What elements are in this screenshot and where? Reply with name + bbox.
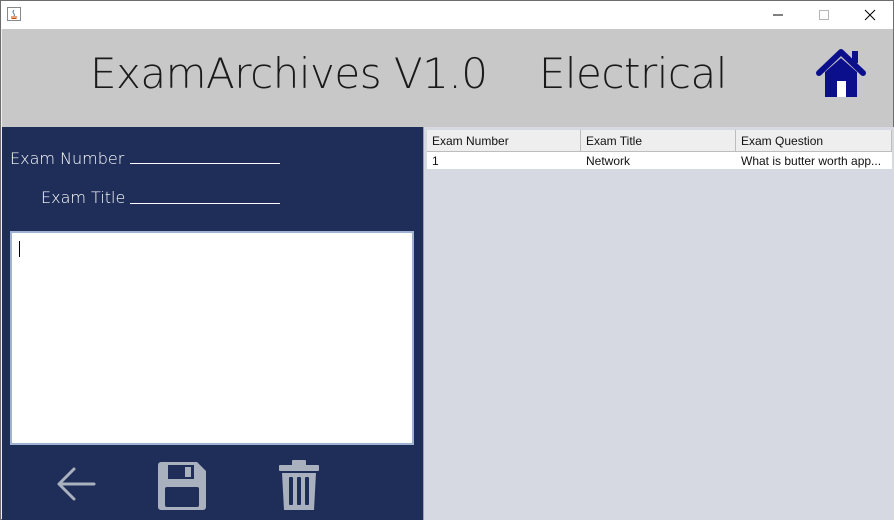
text-caret [19,241,20,257]
exam-title-field[interactable] [130,203,280,204]
table-row[interactable]: 1 Network What is butter worth app... [427,152,892,169]
exam-title-label: Exam Title [41,188,126,207]
exam-number-label: Exam Number [10,149,125,168]
exam-table-panel: Exam Number Exam Title Exam Question 1 N… [423,127,894,520]
maximize-icon [819,10,829,20]
close-button[interactable] [847,1,893,29]
title-bar[interactable] [1,1,893,29]
home-icon [816,49,866,97]
minimize-icon [773,14,783,16]
java-icon [7,7,21,21]
app-title: ExamArchives V1.0 Electrical [90,49,727,98]
home-button[interactable] [814,47,868,101]
exam-number-field[interactable] [130,163,280,164]
floppy-disk-icon[interactable] [155,459,209,513]
exam-form-panel: Exam Number Exam Title [2,127,423,520]
close-icon [864,9,876,21]
trash-icon[interactable] [276,457,322,513]
table-cell-exam-question: What is butter worth app... [741,154,882,168]
table-header: Exam Number Exam Title Exam Question [427,130,892,152]
exam-table: Exam Number Exam Title Exam Question 1 N… [427,130,892,169]
arrow-left-icon[interactable] [54,463,100,505]
app-window: ExamArchives V1.0 Electrical Exam Number… [0,0,894,520]
column-header-exam-title[interactable]: Exam Title [581,130,736,151]
maximize-button[interactable] [801,1,847,29]
column-header-exam-question[interactable]: Exam Question [736,130,892,151]
table-cell-exam-number: 1 [432,154,439,168]
minimize-button[interactable] [755,1,801,29]
column-header-exam-number[interactable]: Exam Number [427,130,581,151]
exam-question-textarea[interactable] [10,231,414,445]
app-header: ExamArchives V1.0 Electrical [2,29,893,127]
table-cell-exam-title: Network [586,154,631,168]
